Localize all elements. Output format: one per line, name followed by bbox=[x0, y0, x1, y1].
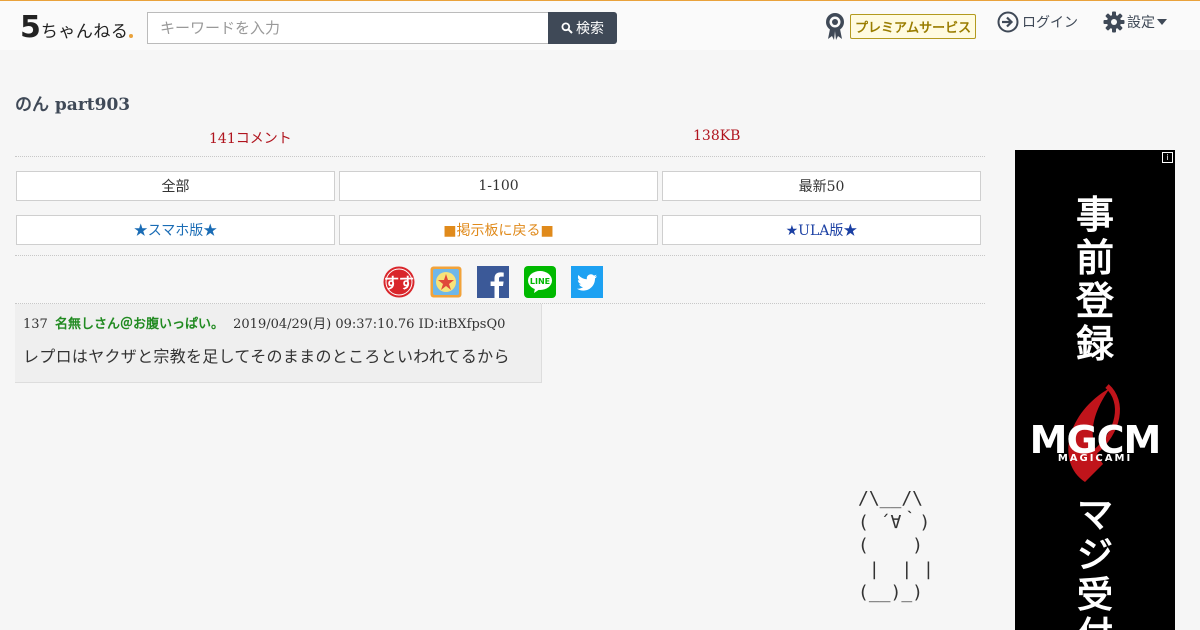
line-icon[interactable]: LINE bbox=[524, 266, 556, 298]
thread-size: 138KB bbox=[693, 128, 741, 144]
post-number[interactable]: 137 bbox=[23, 317, 48, 332]
logo-text: ちゃんねる bbox=[40, 22, 129, 42]
nav-ula-button[interactable]: ★ULA版★ bbox=[662, 215, 981, 245]
ad-char: 受 bbox=[1076, 575, 1113, 616]
facebook-icon[interactable] bbox=[477, 266, 509, 298]
post-date: 2019/04/29(月) 09:37:10.76 bbox=[233, 317, 415, 332]
nav-back-to-board-button[interactable]: ■掲示板に戻る■ bbox=[339, 215, 658, 245]
ad-char: ジ bbox=[1076, 535, 1113, 576]
post-author-name: 名無しさん＠お腹いっぱい。 bbox=[54, 317, 224, 332]
ad-char: 事 bbox=[1075, 193, 1114, 237]
site-logo[interactable]: 5 ちゃんねる bbox=[20, 10, 134, 45]
ad-vertical-text-bottom: マ ジ 受 付 bbox=[1073, 496, 1117, 630]
settings-label: 設定 bbox=[1127, 15, 1155, 31]
top-bar: 5 ちゃんねる 検索 プレミアムサービス ログイン bbox=[0, 0, 1200, 50]
search-button-label: 検索 bbox=[576, 21, 604, 37]
ascii-line: (__)_) bbox=[858, 582, 924, 603]
login-label: ログイン bbox=[1022, 15, 1078, 31]
search-icon bbox=[561, 22, 573, 34]
side-advertisement[interactable]: i 事 前 登 録 MGCM MAGICAMI マ ジ 受 付 bbox=[1015, 150, 1175, 630]
post-body: レプロはヤクザと宗教を足してそのままのところといわれてるから bbox=[23, 347, 510, 366]
ascii-line: | | | bbox=[858, 558, 934, 580]
award-ribbon-icon bbox=[826, 13, 844, 40]
line-icon-label: LINE bbox=[530, 277, 550, 286]
nav-latest50-button[interactable]: 最新50 bbox=[662, 171, 981, 201]
premium-label: プレミアムサービス bbox=[850, 13, 977, 39]
ad-vertical-text-top: 事 前 登 録 bbox=[1073, 194, 1117, 366]
ad-info-icon[interactable]: i bbox=[1162, 152, 1173, 163]
post-137: 137 名無しさん＠お腹いっぱい。 2019/04/29(月) 09:37:10… bbox=[15, 304, 542, 383]
search-input[interactable] bbox=[147, 12, 549, 44]
nav-1-100-button[interactable]: 1-100 bbox=[339, 171, 658, 201]
divider bbox=[15, 255, 985, 256]
ad-char: マ bbox=[1076, 495, 1113, 536]
divider bbox=[15, 156, 985, 157]
ascii-line: /\__/\ bbox=[858, 488, 924, 509]
premium-service-link[interactable]: プレミアムサービス bbox=[824, 11, 977, 41]
bookmark-app-icon[interactable] bbox=[430, 266, 462, 298]
comment-count: 141コメント bbox=[209, 131, 292, 147]
search-button[interactable]: 検索 bbox=[548, 12, 617, 44]
login-link[interactable]: ログイン bbox=[997, 11, 1078, 33]
nav-all-button[interactable]: 全部 bbox=[16, 171, 335, 201]
caret-down-icon bbox=[1157, 19, 1167, 25]
nav-smartphone-button[interactable]: ★スマホ版★ bbox=[16, 215, 335, 245]
ad-char: 録 bbox=[1075, 322, 1114, 366]
gear-icon bbox=[1103, 11, 1125, 33]
settings-menu[interactable]: 設定 bbox=[1103, 11, 1167, 33]
logo-five: 5 bbox=[20, 10, 41, 45]
ascii-art-cat: /\__/\ ( ´∀｀) ( ) | | | (__)_) bbox=[858, 487, 934, 605]
ad-char: 付 bbox=[1073, 616, 1117, 630]
5ch-matome-icon[interactable]: すす bbox=[383, 266, 415, 298]
ascii-line: ( ) bbox=[858, 535, 924, 556]
login-icon bbox=[997, 11, 1019, 33]
post-header: 137 名無しさん＠お腹いっぱい。 2019/04/29(月) 09:37:10… bbox=[23, 313, 505, 332]
twitter-icon[interactable] bbox=[571, 266, 603, 298]
ad-char: 前 bbox=[1075, 236, 1114, 280]
ad-char: 登 bbox=[1075, 279, 1114, 323]
logo-dot bbox=[129, 34, 134, 38]
thread-title: のん part903 bbox=[15, 95, 131, 115]
ascii-line: ( ´∀｀) bbox=[858, 511, 931, 533]
svg-text:すす: すす bbox=[384, 274, 414, 292]
ad-brand-sub: MAGICAMI bbox=[1057, 453, 1133, 464]
post-id[interactable]: ID:itBXfpsQ0 bbox=[419, 317, 506, 332]
